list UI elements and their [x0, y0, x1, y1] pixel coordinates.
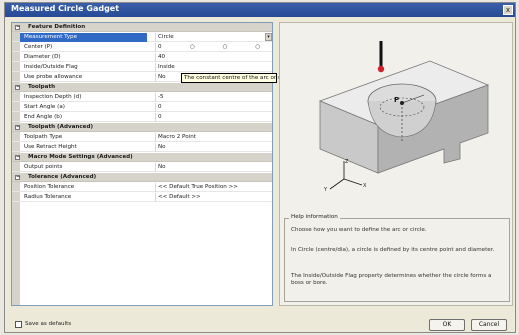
property-name: Toolpath Type — [24, 134, 63, 140]
save-defaults-label: Save as defaults — [25, 321, 72, 327]
grid-category[interactable]: − Macro Mode Settings (Advanced) — [12, 153, 272, 162]
property-value[interactable]: 0 — [155, 103, 272, 112]
grid-property-row[interactable]: End Angle (b) 0 — [12, 113, 272, 122]
category-label: Macro Mode Settings (Advanced) — [28, 154, 133, 160]
property-name: Measurement Type — [20, 33, 147, 42]
grid-property-row[interactable]: Start Angle (a) 0 — [12, 103, 272, 112]
help-information-box: Help information Choose how you want to … — [284, 214, 510, 302]
property-name: Start Angle (a) — [24, 104, 65, 110]
grid-property-row[interactable]: Inside/Outside Flag Inside — [12, 63, 272, 72]
circle-diagram: P Z X Y — [318, 41, 490, 193]
grid-category[interactable]: − Feature Definition — [12, 23, 272, 32]
property-value[interactable]: Circle ▾ — [155, 33, 272, 42]
grid-property-row[interactable]: Position Tolerance << Default True Positi… — [12, 183, 272, 192]
chevron-down-icon[interactable]: ▾ — [265, 33, 272, 41]
help-legend: Help information — [289, 214, 340, 220]
grid-property-row[interactable]: Diameter (D) 40 — [12, 53, 272, 62]
property-value-text: Macro 2 Point — [158, 134, 196, 140]
property-name: End Angle (b) — [24, 114, 63, 120]
property-value-text: 0 — [158, 44, 162, 50]
category-label: Toolpath (Advanced) — [28, 124, 94, 130]
property-value[interactable]: Inside — [155, 63, 272, 72]
window-title: Measured Circle Gadget — [11, 4, 120, 13]
cancel-button[interactable]: Cancel — [471, 319, 507, 331]
property-value[interactable]: << Default >> — [155, 193, 272, 202]
property-value-text: Circle — [158, 34, 174, 40]
property-value-text: -5 — [158, 94, 164, 100]
property-value[interactable]: 40 — [155, 53, 272, 62]
property-value-text: 0 — [158, 114, 162, 120]
grid-category[interactable]: − Toolpath (Advanced) — [12, 123, 272, 132]
grid-category[interactable]: − Tolerance (Advanced) — [12, 173, 272, 182]
property-name: Use probe allowance — [24, 74, 83, 80]
ok-button[interactable]: OK — [429, 319, 465, 331]
property-value-text: No — [158, 144, 166, 150]
preview-panel: P Z X Y Help information Choose how you … — [279, 22, 513, 306]
grid-property-row[interactable]: Toolpath Type Macro 2 Point — [12, 133, 272, 142]
property-value-text: Inside — [158, 64, 175, 70]
axis-label-y: Y — [323, 187, 328, 193]
grid-property-row[interactable]: Output points No — [12, 163, 272, 172]
grid-property-row[interactable]: Center (P) 0 ○ ○ ○ — [12, 43, 273, 52]
property-name: Diameter (D) — [24, 54, 61, 60]
property-value[interactable]: -5 — [155, 93, 272, 102]
property-name: Inspection Depth (d) — [24, 94, 82, 100]
grid-property-row[interactable]: Inspection Depth (d) -5 — [12, 93, 272, 102]
help-paragraph-3: The Inside/Outside Flag property determi… — [291, 273, 492, 286]
point-label: P — [394, 96, 399, 104]
property-value-text: No — [158, 164, 166, 170]
grid-category[interactable]: − Toolpath — [12, 83, 272, 92]
grid-property-row[interactable]: Use Retract Height No — [12, 143, 272, 152]
grid-property-row[interactable]: Measurement Type Circle ▾ — [12, 33, 272, 42]
property-value-text: << Default True Position >> — [158, 184, 238, 190]
measured-circle-dialog: Measured Circle Gadget x − Feature Defini… — [4, 2, 516, 333]
property-name: Center (P) — [24, 44, 53, 50]
title-bar: Measured Circle Gadget x — [5, 3, 515, 17]
property-value[interactable]: Macro 2 Point — [155, 133, 272, 142]
axis-label-z: Z — [345, 159, 349, 165]
tooltip: The constant centre of the arc or circle — [181, 73, 293, 83]
property-value[interactable]: No — [155, 163, 272, 172]
category-label: Tolerance (Advanced) — [28, 174, 97, 180]
property-value[interactable]: 0 ○ ○ ○ — [155, 43, 273, 52]
property-grid: − Feature Definition Measurement Type Circl… — [11, 22, 273, 306]
save-defaults-checkbox[interactable] — [15, 321, 22, 328]
axis-label-x: X — [363, 183, 367, 189]
property-name: Position Tolerance — [24, 184, 75, 190]
category-label: Toolpath — [28, 84, 56, 90]
property-value[interactable]: << Default True Position >> — [155, 183, 272, 192]
property-value-text: 0 — [158, 104, 162, 110]
property-value-text: 40 — [158, 54, 166, 60]
coordinate-markers: ○ ○ ○ — [190, 44, 273, 50]
property-value-text: No — [158, 74, 166, 80]
help-paragraph-1: Choose how you want to define the arc or… — [291, 227, 427, 233]
help-paragraph-2: In Circle (centre/dia), a circle is defi… — [291, 247, 495, 253]
close-icon[interactable]: x — [503, 5, 513, 15]
property-value[interactable]: No — [155, 143, 272, 152]
property-value[interactable]: 0 — [155, 113, 272, 122]
property-name: Use Retract Height — [24, 144, 77, 150]
property-name: Inside/Outside Flag — [24, 64, 78, 70]
property-name: Output points — [24, 164, 63, 170]
property-name: Radius Tolerance — [24, 194, 72, 200]
property-value-text: << Default >> — [158, 194, 201, 200]
category-label: Feature Definition — [28, 24, 86, 30]
grid-property-row[interactable]: Radius Tolerance << Default >> — [12, 193, 272, 202]
